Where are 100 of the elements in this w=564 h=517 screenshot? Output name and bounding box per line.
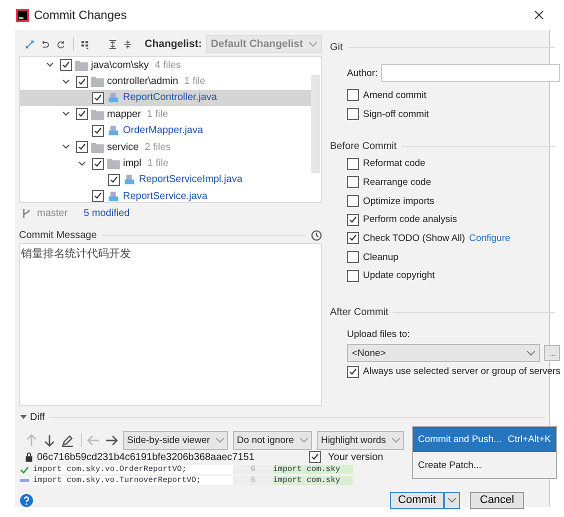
file-icon (123, 174, 136, 186)
chevron-icon[interactable] (62, 78, 70, 86)
checkbox[interactable] (76, 76, 88, 88)
line-number: 6 (233, 465, 273, 474)
server-dropdown[interactable]: <None> (347, 344, 540, 362)
commit-message-field[interactable]: 销量排名统计代码开发 (19, 243, 322, 406)
branch-name: master (37, 208, 68, 218)
caret-icon (309, 42, 317, 46)
folder-icon (91, 108, 104, 120)
checkbox[interactable] (347, 195, 359, 208)
viewer-dropdown[interactable]: Side-by-side viewer (123, 430, 228, 450)
checkbox[interactable] (347, 158, 359, 170)
history-icon[interactable] (311, 230, 322, 241)
file-icon (107, 190, 120, 202)
file-count: 4 files (154, 60, 181, 71)
checkbox[interactable] (92, 158, 104, 170)
checkbox[interactable] (347, 232, 359, 244)
chevron-icon[interactable] (46, 61, 54, 70)
down-arrow-icon[interactable] (43, 434, 56, 446)
checkbox[interactable] (347, 214, 359, 226)
caret-icon (216, 438, 224, 442)
file-icon (107, 125, 120, 136)
tree-item[interactable]: controller\admin (107, 76, 178, 88)
caret-icon (392, 438, 400, 442)
chevron-icon[interactable] (62, 110, 70, 118)
checkbox[interactable] (92, 92, 104, 104)
cancel-button[interactable]: Cancel (470, 492, 524, 508)
checkbox[interactable] (92, 190, 104, 202)
folder-icon (91, 76, 104, 88)
checkbox[interactable] (347, 108, 359, 120)
tree-item[interactable]: ReportService.java (123, 190, 208, 202)
version-label: Your version (328, 452, 384, 462)
line-number: 6 (233, 476, 273, 485)
option-label: Cleanup (363, 252, 398, 263)
tree-item[interactable]: service (107, 142, 139, 153)
checkbox[interactable] (76, 108, 88, 120)
tree-item[interactable]: OrderMapper.java (123, 125, 204, 136)
section-title: Git (330, 42, 343, 53)
author-field[interactable] (380, 64, 560, 82)
file-count: 1 file (184, 76, 206, 88)
lock-icon (25, 452, 33, 462)
window-title: Commit Changes (34, 8, 128, 22)
checkbox[interactable] (76, 141, 88, 154)
author-label: Author: (347, 68, 378, 78)
option-label: Rearrange code (363, 176, 432, 188)
checkbox[interactable] (108, 174, 120, 186)
chevron-icon[interactable] (78, 160, 86, 168)
browse-button[interactable]: ... (544, 345, 560, 362)
collapse-toggle-icon[interactable] (20, 414, 27, 420)
checkbox[interactable] (347, 251, 359, 264)
option-label: Optimize imports (363, 196, 434, 207)
edit-icon[interactable] (61, 434, 74, 446)
option-label: Always use selected server or group of servers (363, 366, 560, 378)
tree-item[interactable]: ReportServiceImpl.java (139, 174, 242, 186)
option-label: Check TODO (Show All) (363, 232, 466, 244)
option-label: Amend commit (363, 90, 426, 101)
highlight-dropdown[interactable]: Highlight words (316, 430, 404, 450)
tree-item[interactable]: mapper (107, 108, 141, 120)
caret-icon (300, 438, 308, 442)
commit-options-button[interactable] (444, 492, 460, 508)
checkbox[interactable] (347, 89, 359, 102)
help-icon[interactable] (20, 494, 33, 506)
caret-icon (448, 498, 456, 502)
scrollbar[interactable] (311, 75, 320, 173)
expand-all-icon[interactable] (108, 38, 118, 50)
right-arrow-icon[interactable] (105, 434, 118, 446)
option-label: Reformat code (363, 158, 426, 170)
compare-icon[interactable] (25, 38, 34, 50)
checkbox[interactable] (347, 176, 359, 188)
tree-item[interactable]: java\com\sky (91, 60, 149, 71)
section-title: Diff (30, 412, 45, 422)
file-count: 2 files (144, 142, 171, 153)
collapse-all-icon[interactable] (123, 38, 133, 50)
section-title: Commit Message (19, 230, 97, 241)
chevron-icon[interactable] (62, 143, 70, 152)
tree-item[interactable]: impl (123, 158, 142, 170)
folder-icon (91, 142, 104, 153)
modified-link[interactable]: 5 modified (84, 208, 130, 218)
section-title: Before Commit (330, 141, 397, 152)
app-icon (16, 8, 29, 22)
close-icon[interactable] (534, 10, 544, 20)
folder-icon (107, 158, 120, 170)
menu-item[interactable]: Create Patch... (413, 453, 556, 478)
folder-icon (75, 60, 88, 71)
upload-label: Upload files to: (347, 329, 411, 340)
checkbox[interactable] (309, 451, 321, 463)
commit-button[interactable]: Commit (390, 492, 444, 508)
ignore-dropdown[interactable]: Do not ignore (232, 430, 312, 450)
checkbox[interactable] (347, 270, 359, 282)
checkbox[interactable] (92, 124, 104, 137)
branch-icon (22, 208, 31, 218)
file-icon (107, 92, 120, 104)
option-label: Perform code analysis (363, 214, 457, 226)
configure-link[interactable]: Configure (469, 232, 510, 244)
option-label: Update copyright (363, 270, 435, 282)
caret-icon (527, 350, 536, 356)
menu-item[interactable]: Commit and Push... Ctrl+Alt+K (413, 427, 556, 453)
checkbox[interactable] (347, 366, 359, 378)
checkbox[interactable] (60, 59, 72, 72)
option-label: Sign-off commit (363, 108, 429, 120)
